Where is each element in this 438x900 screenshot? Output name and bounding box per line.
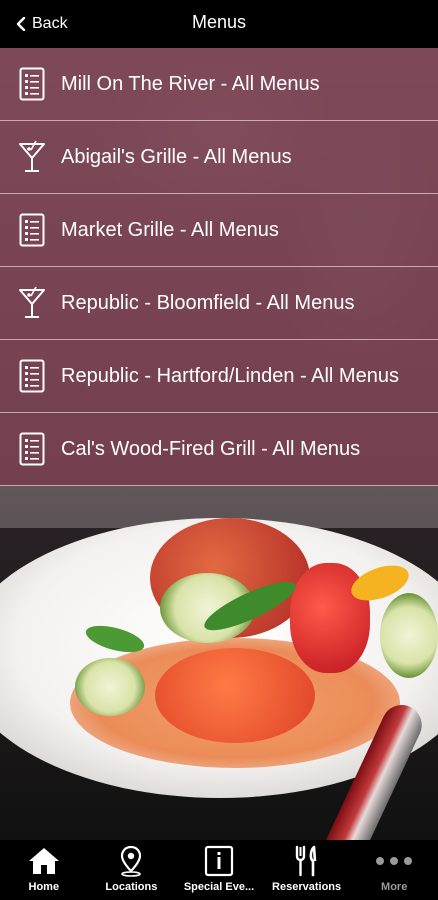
menu-item-label: Cal's Wood-Fired Grill - All Menus xyxy=(61,437,361,460)
martini-glass-icon xyxy=(18,285,46,321)
tab-label: Special Eve... xyxy=(183,881,255,893)
bottom-tab-bar: Home Locations Special Eve... Reservatio… xyxy=(0,840,438,900)
list-item[interactable]: Republic - Hartford/Linden - All Menus xyxy=(0,340,438,413)
menu-item-label: Republic - Hartford/Linden - All Menus xyxy=(61,364,399,387)
top-nav-bar: Back Menus xyxy=(0,0,438,48)
tab-special-events[interactable]: Special Eve... xyxy=(175,840,263,900)
tab-label: Locations xyxy=(105,881,158,893)
menus-list: Mill On The River - All Menus Abigail's … xyxy=(0,48,438,486)
menu-item-label: Market Grille - All Menus xyxy=(61,218,279,241)
fork-knife-icon xyxy=(287,845,327,877)
menu-item-label: Mill On The River - All Menus xyxy=(61,72,320,95)
map-pin-icon xyxy=(111,845,151,877)
list-item[interactable]: Republic - Bloomfield - All Menus xyxy=(0,267,438,340)
list-item[interactable]: Mill On The River - All Menus xyxy=(0,48,438,121)
menu-list-icon xyxy=(18,212,46,248)
page-title: Menus xyxy=(191,12,247,32)
list-item[interactable]: Abigail's Grille - All Menus xyxy=(0,121,438,194)
tab-home[interactable]: Home xyxy=(0,840,88,900)
menu-list-icon xyxy=(18,431,46,467)
more-dots-icon xyxy=(374,845,414,877)
tab-locations[interactable]: Locations xyxy=(88,840,176,900)
menu-item-label: Republic - Bloomfield - All Menus xyxy=(61,291,355,314)
info-card-icon xyxy=(199,845,239,877)
tab-label: More xyxy=(381,881,408,893)
list-item[interactable]: Cal's Wood-Fired Grill - All Menus xyxy=(0,413,438,486)
tab-label: Reservations xyxy=(272,881,342,893)
tab-reservations[interactable]: Reservations xyxy=(263,840,351,900)
martini-glass-icon xyxy=(18,139,46,175)
home-icon xyxy=(24,845,64,877)
menu-list-icon xyxy=(18,66,46,102)
list-item[interactable]: Market Grille - All Menus xyxy=(0,194,438,267)
menu-item-label: Abigail's Grille - All Menus xyxy=(61,145,292,168)
tab-label: Home xyxy=(28,881,60,893)
tab-more[interactable]: More xyxy=(350,840,438,900)
menu-list-icon xyxy=(18,358,46,394)
